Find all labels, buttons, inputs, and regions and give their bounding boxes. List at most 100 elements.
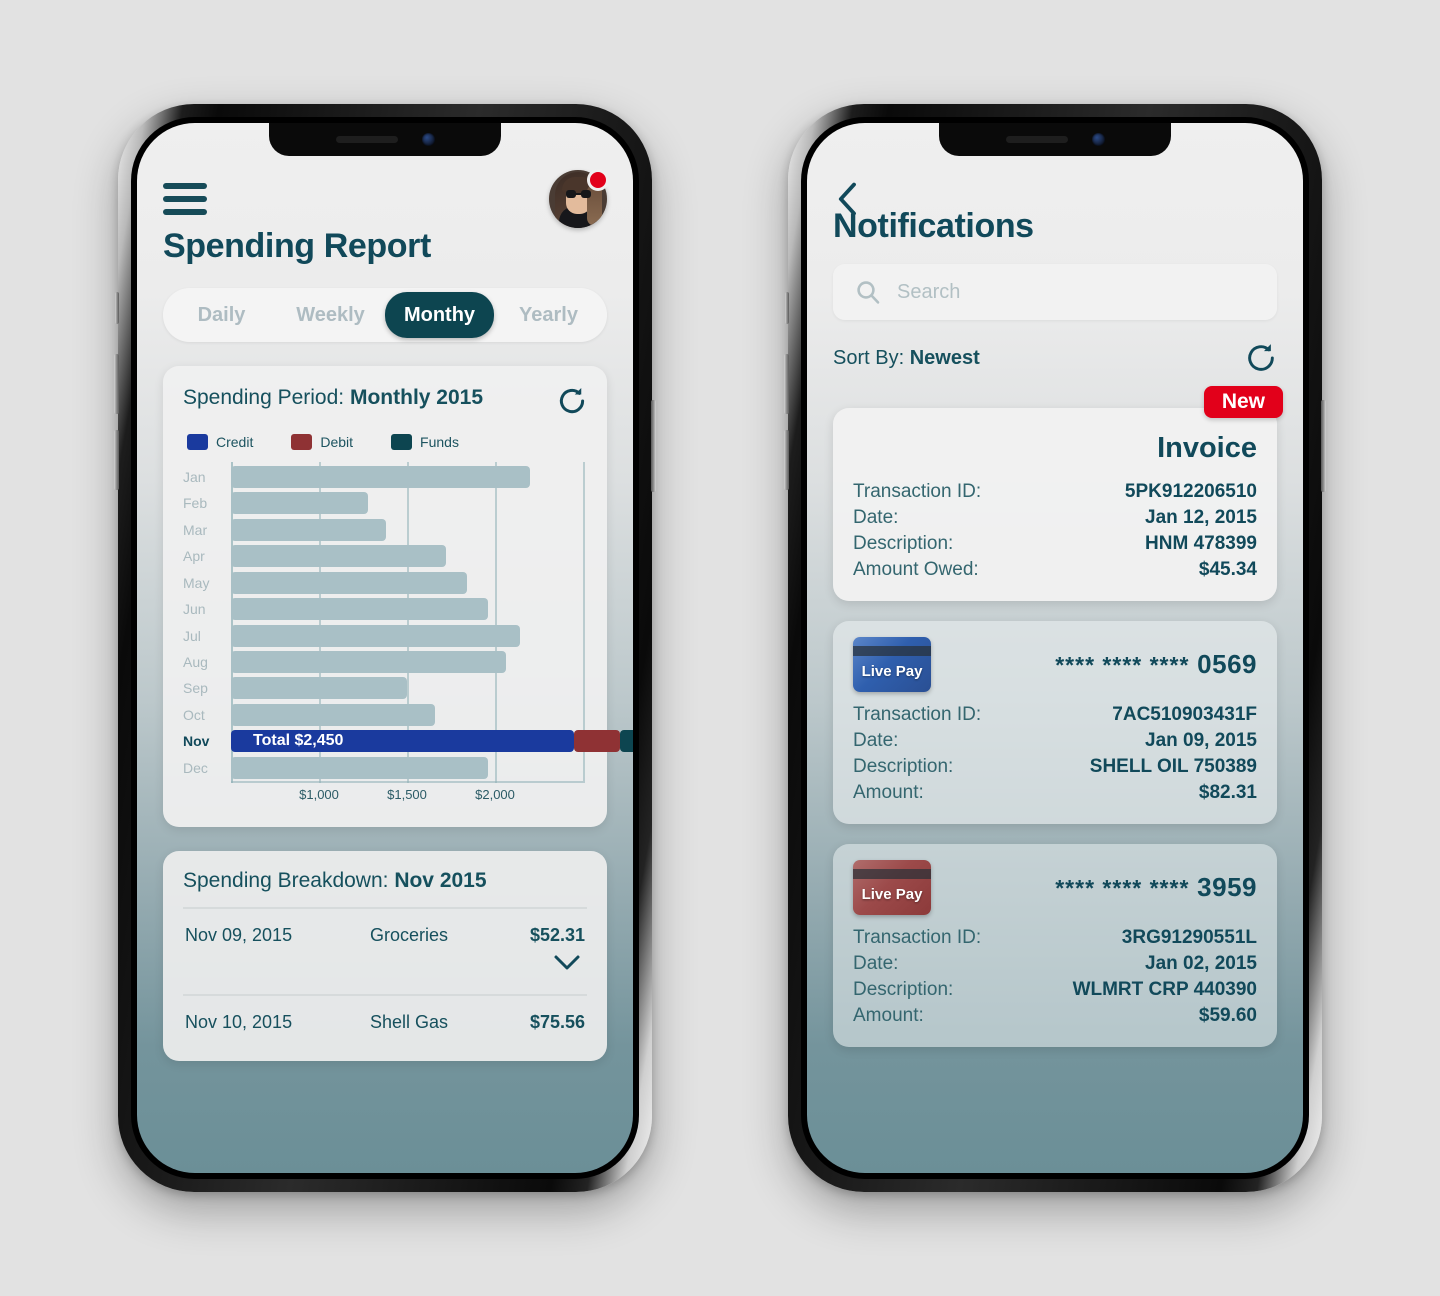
refresh-icon[interactable] (557, 386, 587, 416)
chart-bar-row-dec: Dec (183, 756, 583, 779)
chart-segment-credit: Total $2,450 (231, 730, 575, 753)
sort-prefix: Sort By: (833, 346, 910, 369)
field-row: Description: SHELL OIL 750389 (853, 754, 1257, 780)
field-row: Date: Jan 02, 2015 (853, 951, 1257, 977)
chart-month-label-may: May (183, 574, 210, 591)
chart-segment-funds (619, 730, 633, 753)
chart-bar-row-jul: Jul (183, 624, 583, 647)
table-row[interactable]: Nov 09, 2015 Groceries $52.31 (183, 909, 587, 954)
field-row: Transaction ID: 5PK912206510 (853, 479, 1257, 505)
legend-label-debit: Debit (320, 434, 354, 450)
card-number-mask: **** **** **** (1055, 875, 1190, 901)
field-row: Date: Jan 09, 2015 (853, 728, 1257, 754)
earpiece-speaker-icon (1005, 136, 1068, 143)
chart-month-label-dec: Dec (183, 759, 208, 776)
field-label: Amount Owed: (853, 559, 979, 580)
chart-bar (231, 518, 386, 541)
volume-down-button[interactable] (784, 430, 789, 490)
screen-spending-report: Spending Report Daily Weekly Monthy Year… (137, 123, 633, 1173)
chart-bar (231, 545, 446, 568)
notification-card-transaction[interactable]: Live Pay **** **** **** 3959 Transaction… (833, 844, 1277, 1047)
chart-month-label-apr: Apr (183, 548, 205, 565)
field-row: Amount: $82.31 (853, 780, 1257, 806)
tab-yearly[interactable]: Yearly (494, 292, 603, 338)
phone-device-left: Spending Report Daily Weekly Monthy Year… (114, 104, 656, 1192)
power-button[interactable] (651, 400, 656, 492)
chart-month-label-feb: Feb (183, 495, 208, 512)
field-label: Transaction ID: (853, 481, 982, 502)
field-row: Amount Owed: $45.34 (853, 557, 1257, 583)
field-value: Jan 02, 2015 (1145, 953, 1257, 974)
chart-month-label-jun: Jun (183, 601, 206, 618)
breakdown-title-value: Nov 2015 (394, 869, 487, 892)
phone-device-right: Notifications Search Sort By: Newest New… (784, 104, 1326, 1192)
card-number-last4: 0569 (1197, 649, 1257, 679)
tab-daily[interactable]: Daily (167, 292, 276, 338)
sort-control-row: Sort By: Newest (833, 342, 1277, 374)
field-row: Date: Jan 12, 2015 (853, 505, 1257, 531)
power-button[interactable] (1321, 400, 1326, 492)
search-input[interactable]: Search (833, 264, 1277, 320)
chart-month-label-jan: Jan (183, 469, 206, 485)
card-number-last4: 3959 (1197, 872, 1257, 902)
invoice-title: Invoice (1157, 432, 1257, 464)
chart-bar-row-mar: Mar (183, 518, 583, 541)
tab-weekly[interactable]: Weekly (276, 292, 385, 338)
field-row: Description: WLMRT CRP 440390 (853, 977, 1257, 1003)
tab-monthly[interactable]: Monthy (385, 292, 494, 338)
silent-switch[interactable] (785, 292, 789, 324)
breakdown-row-date: Nov 10, 2015 (185, 1012, 293, 1032)
field-value: 7AC510903431F (1112, 704, 1257, 725)
notification-card-transaction[interactable]: Live Pay **** **** **** 0569 Transaction… (833, 621, 1277, 824)
avatar[interactable] (549, 169, 609, 228)
earpiece-speaker-icon (335, 136, 398, 143)
chart-bar-row-jun: Jun (183, 598, 583, 621)
search-icon (857, 281, 880, 304)
volume-up-button[interactable] (114, 354, 119, 414)
chart-bar-row-sep: Sep (183, 677, 583, 700)
chart-legend: Credit Debit Funds (183, 434, 587, 450)
expand-row-button[interactable] (183, 954, 587, 980)
chart-month-label-mar: Mar (183, 521, 208, 538)
breakdown-row-desc: Shell Gas (370, 1012, 449, 1032)
chart-plot-area: Jan Feb Mar Apr May Jun Jul Aug Sep Oct Nov Total $… (183, 462, 633, 783)
card-number-mask: **** **** **** (1055, 652, 1190, 678)
legend-label-funds: Funds (420, 434, 459, 450)
chart-bar (231, 703, 436, 726)
page-title: Notifications (833, 207, 1034, 245)
chart-bar (231, 677, 407, 700)
notification-badge-dot (587, 169, 609, 191)
period-tab-bar: Daily Weekly Monthy Yearly (163, 288, 607, 342)
status-badge: New (1203, 386, 1283, 418)
field-label: Description: (853, 756, 954, 777)
silent-switch[interactable] (115, 292, 119, 324)
legend-item-funds: Funds (391, 434, 459, 450)
chart-segment-debit (574, 730, 620, 753)
field-row: Transaction ID: 7AC510903431F (853, 702, 1257, 728)
volume-up-button[interactable] (784, 354, 789, 414)
phone-bezel-right: Notifications Search Sort By: Newest New… (801, 117, 1309, 1179)
card-number: **** **** **** 3959 (1055, 872, 1257, 903)
page-title: Spending Report (163, 227, 431, 265)
field-row: Amount: $59.60 (853, 1003, 1257, 1029)
hamburger-menu-icon[interactable] (163, 183, 207, 215)
chart-xtick-0: $1,000 (299, 787, 339, 802)
screen-notifications: Notifications Search Sort By: Newest New… (807, 123, 1303, 1173)
chevron-down-icon (554, 955, 580, 970)
field-label: Date: (853, 507, 899, 528)
chart-title-value: Monthly 2015 (349, 386, 484, 409)
chart-xtick-1: $1,500 (387, 787, 427, 802)
table-row[interactable]: Nov 10, 2015 Shell Gas $75.56 (183, 996, 587, 1041)
notification-card-invoice[interactable]: New Invoice Transaction ID: 5PK912206510… (833, 386, 1283, 601)
sort-by-label[interactable]: Sort By: Newest (833, 347, 980, 370)
field-row: Transaction ID: 3RG91290551L (853, 925, 1257, 951)
legend-item-credit: Credit (187, 434, 253, 450)
chart-title-prefix: Spending Period: (183, 386, 350, 409)
refresh-icon[interactable] (1245, 342, 1277, 374)
legend-swatch-debit (291, 434, 313, 450)
field-value: 3RG91290551L (1121, 927, 1257, 948)
spending-chart-card: Spending Period: Monthly 2015 Credit Deb… (163, 366, 633, 827)
chart-bar-row-feb: Feb (183, 492, 583, 515)
volume-down-button[interactable] (114, 430, 119, 490)
card-brand-label: Live Pay (861, 663, 923, 680)
